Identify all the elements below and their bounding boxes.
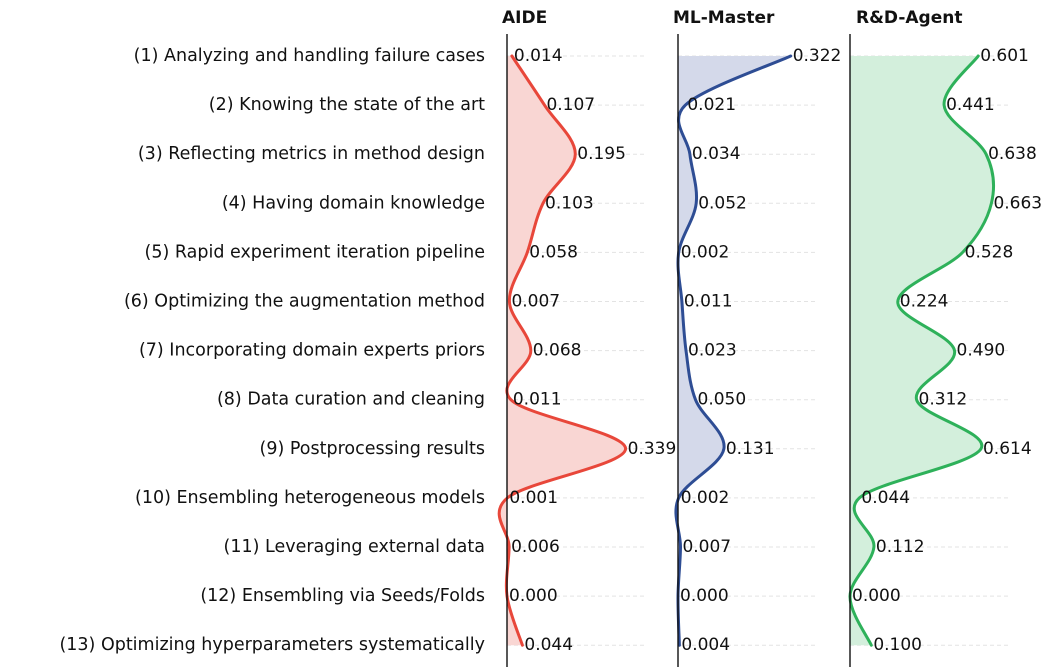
panel-title: AIDE xyxy=(502,8,547,28)
category-label: (6) Optimizing the augmentation method xyxy=(124,292,485,312)
data-label: 0.000 xyxy=(680,586,729,606)
panel-title: R&D-Agent xyxy=(856,8,962,28)
category-label: (13) Optimizing hyperparameters systemat… xyxy=(59,635,485,655)
data-label: 0.007 xyxy=(682,537,731,557)
data-label: 0.000 xyxy=(852,586,901,606)
category-label: (4) Having domain knowledge xyxy=(222,193,485,213)
data-label: 0.195 xyxy=(577,144,626,164)
data-label: 0.528 xyxy=(965,242,1014,262)
data-label: 0.014 xyxy=(514,46,563,66)
category-label: (5) Rapid experiment iteration pipeline xyxy=(145,242,486,262)
category-label: (8) Data curation and cleaning xyxy=(217,390,485,410)
data-label: 0.638 xyxy=(988,144,1037,164)
data-label: 0.601 xyxy=(980,46,1029,66)
data-label: 0.441 xyxy=(946,95,995,115)
data-label: 0.052 xyxy=(698,193,747,213)
chart: (1) Analyzing and handling failure cases… xyxy=(59,8,1042,667)
category-label: (7) Incorporating domain experts priors xyxy=(139,341,485,361)
data-label: 0.663 xyxy=(993,193,1042,213)
data-label: 0.021 xyxy=(687,95,736,115)
data-label: 0.068 xyxy=(533,341,582,361)
data-label: 0.490 xyxy=(957,341,1006,361)
data-label: 0.034 xyxy=(692,144,741,164)
category-label: (12) Ensembling via Seeds/Folds xyxy=(200,586,485,606)
data-label: 0.001 xyxy=(509,488,558,508)
data-label: 0.100 xyxy=(873,635,922,655)
data-label: 0.131 xyxy=(726,439,775,459)
data-label: 0.023 xyxy=(688,341,737,361)
data-label: 0.339 xyxy=(628,439,677,459)
data-label: 0.614 xyxy=(983,439,1032,459)
data-label: 0.006 xyxy=(511,537,560,557)
data-label: 0.002 xyxy=(681,242,730,262)
data-label: 0.011 xyxy=(684,292,733,312)
data-label: 0.050 xyxy=(698,390,747,410)
data-label: 0.224 xyxy=(900,292,949,312)
category-label: (3) Reflecting metrics in method design xyxy=(138,144,485,164)
data-label: 0.312 xyxy=(919,390,968,410)
category-label: (9) Postprocessing results xyxy=(260,439,485,459)
data-label: 0.007 xyxy=(511,292,560,312)
category-label: (2) Knowing the state of the art xyxy=(209,95,485,115)
data-label: 0.103 xyxy=(545,193,594,213)
data-label: 0.011 xyxy=(513,390,562,410)
data-label: 0.002 xyxy=(681,488,730,508)
data-label: 0.044 xyxy=(524,635,573,655)
category-label: (11) Leveraging external data xyxy=(224,537,485,557)
data-label: 0.107 xyxy=(546,95,595,115)
data-label: 0.004 xyxy=(681,635,730,655)
panel-title: ML-Master xyxy=(673,8,775,28)
data-label: 0.058 xyxy=(529,242,578,262)
category-label: (1) Analyzing and handling failure cases xyxy=(134,46,485,66)
category-label: (10) Ensembling heterogeneous models xyxy=(135,488,485,508)
data-label: 0.112 xyxy=(876,537,925,557)
data-label: 0.044 xyxy=(861,488,910,508)
data-label: 0.322 xyxy=(793,46,842,66)
data-label: 0.000 xyxy=(509,586,558,606)
